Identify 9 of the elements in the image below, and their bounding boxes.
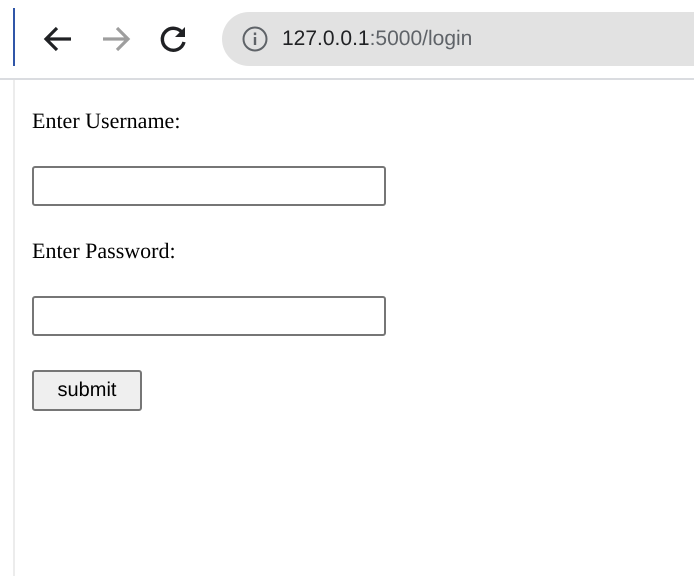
info-icon (242, 26, 268, 52)
url-path: :5000/login (370, 27, 472, 51)
username-field[interactable] (32, 166, 386, 206)
password-field[interactable] (32, 296, 386, 336)
field-label: Enter Username: (32, 108, 182, 135)
submit-button[interactable]: submit (32, 370, 142, 411)
field-label: Enter Password: (32, 238, 177, 265)
address-bar[interactable]: 127.0.0.1:5000/login (222, 12, 694, 66)
url-host: 127.0.0.1 (282, 27, 370, 51)
